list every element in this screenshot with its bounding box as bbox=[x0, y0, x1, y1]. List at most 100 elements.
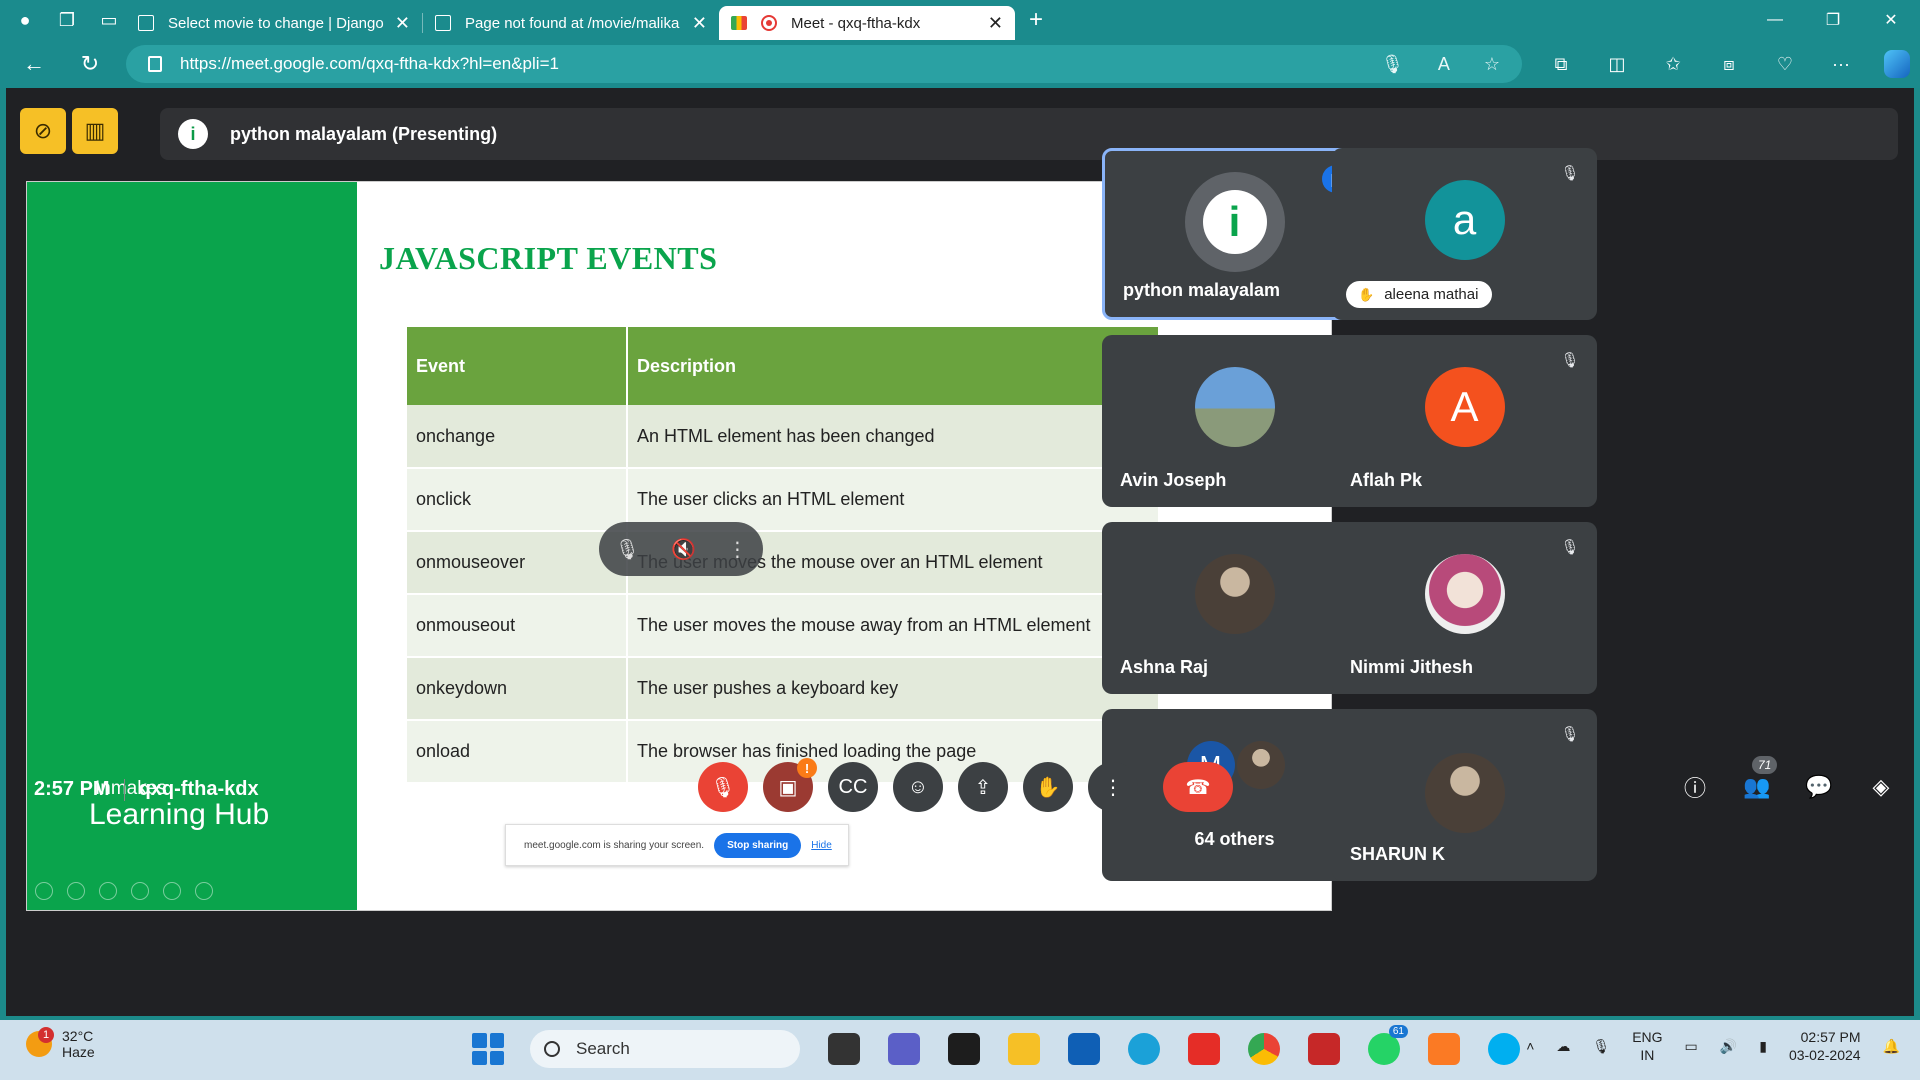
pycharm-icon[interactable] bbox=[948, 1033, 980, 1065]
event-cell: onmouseover bbox=[407, 531, 628, 595]
leave-call-button[interactable]: ☎ bbox=[1163, 762, 1233, 812]
reactions-button[interactable]: ☺ bbox=[893, 762, 943, 812]
more-menu-icon[interactable]: ··· bbox=[1828, 54, 1854, 75]
mcafee-icon[interactable] bbox=[1308, 1033, 1340, 1065]
participant-tile[interactable]: 🎙 Nimmi Jithesh bbox=[1332, 522, 1597, 694]
lock-icon[interactable] bbox=[148, 56, 162, 72]
battery-icon[interactable]: ▮ bbox=[1759, 1038, 1767, 1055]
show-hidden-icons-icon[interactable]: ˄ bbox=[1526, 1038, 1534, 1054]
workspaces-icon[interactable]: ❐ bbox=[50, 3, 84, 37]
stop-sharing-button[interactable]: Stop sharing bbox=[714, 832, 802, 858]
tab-actions-icon[interactable]: ▭ bbox=[92, 3, 126, 37]
meet-logo-icon bbox=[731, 16, 747, 30]
tab-page-not-found[interactable]: Page not found at /movie/malika ✕ bbox=[423, 6, 719, 40]
taskbar-search[interactable]: Search bbox=[530, 1030, 800, 1068]
mic-off-icon[interactable]: 🎙 bbox=[615, 537, 640, 562]
teams-icon[interactable] bbox=[888, 1033, 920, 1065]
language-indicator[interactable]: ENG IN bbox=[1632, 1028, 1662, 1064]
collections-icon[interactable]: ⧈ bbox=[1716, 54, 1742, 75]
read-aloud-icon[interactable]: A bbox=[1438, 54, 1450, 75]
activities-icon[interactable]: ◈ bbox=[1868, 762, 1894, 812]
favorites-icon[interactable]: ✩ bbox=[1660, 54, 1686, 75]
mic-toggle-button[interactable]: 🎙 bbox=[698, 762, 748, 812]
meeting-time: 2:57 PM bbox=[34, 778, 110, 800]
more-vert-icon[interactable]: ⋮ bbox=[727, 537, 747, 562]
participant-tile[interactable]: i ||| python malayalam bbox=[1102, 148, 1367, 320]
hide-presentation-button[interactable]: ⊘ bbox=[20, 108, 66, 154]
participant-tile[interactable]: 🎙 Avin Joseph bbox=[1102, 335, 1367, 507]
description-cell: The user pushes a keyboard key bbox=[627, 657, 1160, 721]
tab-google-meet[interactable]: Meet - qxq-ftha-kdx ✕ bbox=[719, 6, 1015, 40]
zoom-icon[interactable] bbox=[163, 882, 181, 900]
layout-button[interactable]: ▥ bbox=[72, 108, 118, 154]
participant-tile[interactable]: 🎙 SHARUN K bbox=[1332, 709, 1597, 881]
tab-django-admin[interactable]: Select movie to change | Django ✕ bbox=[126, 6, 422, 40]
xampp-icon[interactable] bbox=[1428, 1033, 1460, 1065]
notifications-icon[interactable]: 🔔 bbox=[1883, 1038, 1900, 1055]
microphone-icon[interactable]: 🎙 bbox=[1381, 54, 1404, 75]
copilot-icon[interactable] bbox=[1884, 50, 1910, 78]
reload-icon[interactable]: ↻ bbox=[70, 44, 110, 84]
temperature: 32°C bbox=[62, 1028, 94, 1044]
sound-off-icon[interactable]: 🔇 bbox=[671, 537, 696, 562]
volume-icon[interactable]: 🔊 bbox=[1720, 1038, 1737, 1055]
extensions-icon[interactable]: ⧉ bbox=[1548, 54, 1574, 75]
url-bar[interactable]: https://meet.google.com/qxq-ftha-kdx?hl=… bbox=[126, 45, 1522, 83]
minimize-icon[interactable]: — bbox=[1746, 0, 1804, 40]
whatsapp-icon[interactable]: 61 bbox=[1368, 1025, 1408, 1065]
present-button[interactable]: ⇪ bbox=[958, 762, 1008, 812]
hide-link[interactable]: Hide bbox=[811, 840, 832, 851]
chat-icon[interactable]: 💬 bbox=[1805, 762, 1832, 812]
onedrive-icon[interactable]: ☁ bbox=[1556, 1038, 1570, 1055]
notification-count: 61 bbox=[1388, 1025, 1408, 1038]
maximize-icon[interactable]: ❐ bbox=[1804, 0, 1862, 40]
youtube-icon[interactable] bbox=[1188, 1033, 1220, 1065]
page-icon bbox=[435, 15, 451, 31]
microphone-icon[interactable]: 🎙 bbox=[1592, 1038, 1610, 1055]
browser-essentials-icon[interactable]: ♡ bbox=[1772, 54, 1798, 75]
favorite-star-icon[interactable]: ☆ bbox=[1484, 54, 1500, 75]
event-cell: onload bbox=[407, 720, 628, 784]
network-icon[interactable]: ▭ bbox=[1685, 1038, 1698, 1055]
event-cell: onkeydown bbox=[407, 657, 628, 721]
participant-name: Ashna Raj bbox=[1120, 657, 1209, 677]
microsoft-store-icon[interactable] bbox=[1068, 1033, 1100, 1065]
captions-icon: CC bbox=[838, 775, 868, 798]
skype-icon[interactable] bbox=[1488, 1033, 1520, 1065]
back-icon[interactable]: ← bbox=[14, 44, 54, 84]
clock-widget[interactable]: 02:57 PM 03-02-2024 bbox=[1789, 1028, 1861, 1064]
close-tab-icon[interactable]: ✕ bbox=[988, 13, 1003, 34]
more-options-button[interactable]: ⋮ bbox=[1088, 762, 1138, 812]
weather-widget[interactable]: 1 32°C Haze bbox=[26, 1027, 95, 1060]
people-icon[interactable]: 👥 71 bbox=[1743, 756, 1778, 812]
close-tab-icon[interactable]: ✕ bbox=[692, 13, 707, 34]
file-explorer-icon[interactable] bbox=[1008, 1033, 1040, 1065]
previous-slide-icon[interactable] bbox=[35, 882, 53, 900]
meeting-details-icon[interactable]: ⓘ bbox=[1682, 762, 1708, 812]
pen-icon[interactable] bbox=[99, 882, 117, 900]
participant-tile[interactable]: 🎙 Ashna Raj bbox=[1102, 522, 1367, 694]
meet-window: ⊘ ▥ i python malayalam (Presenting) Inma… bbox=[6, 88, 1914, 1016]
split-screen-icon[interactable]: ◫ bbox=[1604, 54, 1630, 75]
edge-icon[interactable] bbox=[1128, 1033, 1160, 1065]
next-slide-icon[interactable] bbox=[67, 882, 85, 900]
task-view-icon[interactable] bbox=[828, 1033, 860, 1065]
new-tab-icon[interactable]: + bbox=[1029, 6, 1043, 34]
camera-toggle-button[interactable]: ▣ ! bbox=[763, 758, 817, 812]
close-window-icon[interactable]: ✕ bbox=[1862, 0, 1920, 40]
close-tab-icon[interactable]: ✕ bbox=[395, 13, 410, 34]
url-text[interactable]: https://meet.google.com/qxq-ftha-kdx?hl=… bbox=[180, 54, 1381, 74]
chrome-icon[interactable] bbox=[1248, 1033, 1280, 1065]
more-options-icon[interactable] bbox=[195, 882, 213, 900]
raise-hand-button[interactable]: ✋ bbox=[1023, 762, 1073, 812]
profile-icon[interactable]: ● bbox=[8, 3, 42, 37]
start-button[interactable] bbox=[472, 1033, 504, 1065]
logo-line2: Learning Hub bbox=[89, 798, 270, 831]
people-count-badge: 71 bbox=[1752, 756, 1778, 774]
captions-button[interactable]: CC bbox=[828, 762, 878, 812]
participant-tile[interactable]: a 🎙 ✋ aleena mathai bbox=[1332, 148, 1597, 320]
weather-badge: 1 bbox=[38, 1027, 54, 1043]
slides-grid-icon[interactable] bbox=[131, 882, 149, 900]
weather-condition: Haze bbox=[62, 1044, 95, 1060]
participant-tile[interactable]: A 🎙 Aflah Pk bbox=[1332, 335, 1597, 507]
